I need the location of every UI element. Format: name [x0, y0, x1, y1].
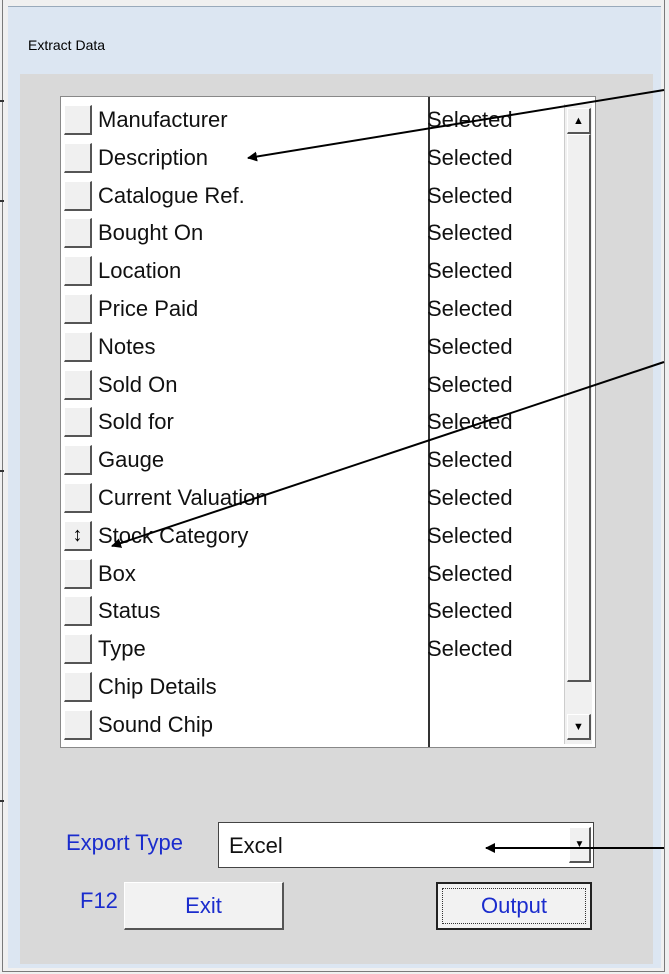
row-selector-box[interactable]: [64, 256, 92, 287]
list-item[interactable]: Sold On Selected: [62, 367, 582, 405]
field-label: Box: [98, 560, 136, 586]
selected-status: Selected: [427, 409, 513, 435]
focus-rectangle: [442, 888, 586, 924]
selected-status: Selected: [427, 220, 513, 246]
field-label: Gauge: [98, 447, 165, 473]
list-item[interactable]: Current Valuation Selected: [62, 480, 582, 518]
list-item[interactable]: Status Selected: [62, 593, 582, 631]
field-label: Notes: [98, 333, 156, 359]
list-item[interactable]: Catalogue Ref. Selected: [62, 178, 582, 216]
selected-status: Selected: [427, 485, 513, 510]
field-label: Description: [98, 144, 209, 170]
selected-status: Selected: [427, 258, 513, 284]
background-edge-mark: [0, 200, 4, 202]
row-selector-box[interactable]: [64, 483, 92, 513]
scroll-down-button[interactable]: ▼: [567, 714, 591, 740]
list-item[interactable]: Sold for Selected: [62, 404, 582, 442]
selected-status: Selected: [427, 107, 513, 132]
chevron-down-icon: ▼: [574, 839, 585, 850]
background-edge-mark: [0, 800, 4, 802]
field-label: Price Paid: [98, 296, 199, 321]
selected-status: Selected: [427, 371, 513, 397]
list-scrollbar[interactable]: ▲ ▼: [564, 104, 592, 744]
field-label: Sound Chip: [98, 711, 213, 737]
field-label: Manufacturer: [98, 107, 228, 132]
field-label: Stock Category: [98, 522, 249, 548]
field-label: Sold On: [98, 371, 178, 397]
row-selector-box[interactable]: [64, 634, 92, 665]
list-item[interactable]: Description Selected: [62, 140, 582, 178]
row-selector-box[interactable]: [64, 142, 92, 173]
field-label: Bought On: [98, 220, 204, 246]
arrow-down-icon: ▼: [573, 720, 584, 733]
row-selector-box[interactable]: [64, 218, 92, 249]
row-selector-box[interactable]: [64, 294, 92, 324]
exit-button[interactable]: Exit: [124, 882, 284, 930]
list-item[interactable]: Bought On Selected: [62, 215, 582, 253]
row-selector-box[interactable]: ↕: [64, 520, 92, 551]
scroll-thumb[interactable]: [567, 134, 591, 682]
selected-status: Selected: [427, 333, 513, 359]
list-item[interactable]: Box Selected: [62, 556, 582, 594]
dropdown-button[interactable]: ▼: [569, 827, 591, 863]
export-type-label: Export Type: [66, 830, 183, 855]
resize-vertical-icon: ↕: [72, 523, 83, 546]
list-item[interactable]: Gauge Selected: [62, 442, 582, 480]
row-selector-box[interactable]: [64, 558, 92, 589]
export-type-dropdown[interactable]: Excel ▼: [218, 822, 594, 868]
row-selector-box[interactable]: [64, 672, 92, 702]
selected-status: Selected: [427, 560, 513, 586]
selected-status: Selected: [427, 182, 513, 208]
row-selector-box[interactable]: [64, 709, 92, 740]
f12-hotkey-label: F12: [80, 888, 118, 913]
output-button[interactable]: Output: [436, 882, 592, 930]
selected-status: Selected: [427, 296, 513, 321]
field-label: Type: [98, 636, 146, 662]
field-label: Chip Details: [98, 674, 217, 699]
row-selector-box[interactable]: [64, 369, 92, 400]
extract-data-window: Extract Data Manufacturer Selected Descrip…: [0, 0, 669, 974]
list-item[interactable]: Type Selected: [62, 631, 582, 669]
row-selector-box[interactable]: [64, 180, 92, 211]
selected-status: Selected: [427, 144, 513, 170]
background-edge-mark: [0, 100, 4, 102]
field-label: Catalogue Ref.: [98, 182, 245, 208]
selected-status: Selected: [427, 598, 513, 624]
background-edge-mark: [0, 470, 4, 472]
list-item[interactable]: Location Selected: [62, 253, 582, 291]
list-item[interactable]: ↕ Stock Category Selected: [62, 518, 582, 556]
list-item[interactable]: Manufacturer Selected: [62, 102, 582, 140]
scroll-up-button[interactable]: ▲: [567, 108, 591, 134]
field-label: Current Valuation: [98, 485, 268, 510]
selected-status: Selected: [427, 522, 513, 548]
list-item[interactable]: Price Paid Selected: [62, 291, 582, 329]
row-selector-box[interactable]: [64, 331, 92, 362]
field-label: Location: [98, 258, 182, 284]
row-selector-box[interactable]: [64, 596, 92, 627]
list-item[interactable]: Sound Chip: [62, 707, 582, 745]
row-selector-box[interactable]: [64, 105, 92, 135]
field-label: Sold for: [98, 409, 174, 435]
selected-status: Selected: [427, 636, 513, 662]
arrow-up-icon: ▲: [573, 114, 584, 127]
row-selector-box[interactable]: [64, 445, 92, 476]
export-type-value: Excel: [229, 833, 283, 858]
exit-button-label: Exit: [185, 892, 222, 918]
row-selector-box[interactable]: [64, 407, 92, 438]
list-item[interactable]: Chip Details: [62, 669, 582, 707]
field-label: Status: [98, 598, 161, 624]
selected-status: Selected: [427, 447, 513, 473]
list-item[interactable]: Notes Selected: [62, 329, 582, 367]
